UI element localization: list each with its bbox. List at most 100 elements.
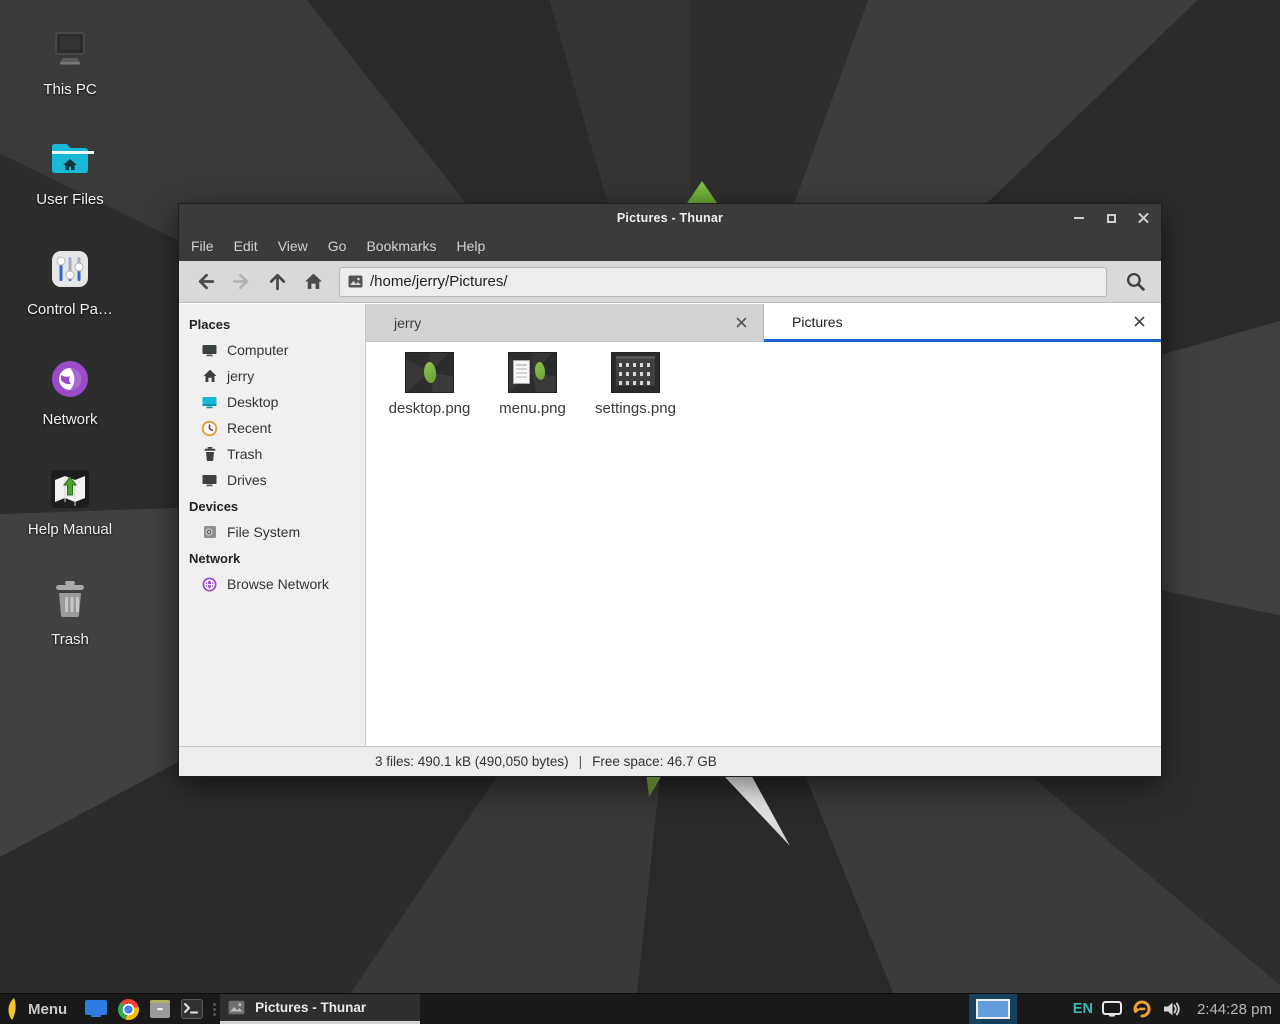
file-view[interactable]: desktop.png menu.png settings.png (366, 342, 1161, 746)
file-pane: jerry Pictures desktop.png (366, 304, 1161, 746)
menu-file[interactable]: File (181, 232, 224, 261)
status-separator: | (579, 754, 583, 769)
window-title: Pictures - Thunar (617, 211, 723, 225)
sidebar-item-jerry-home[interactable]: jerry (179, 363, 365, 389)
help-manual-icon (46, 465, 94, 513)
show-desktop-button[interactable] (84, 997, 108, 1021)
tab-pictures[interactable]: Pictures (764, 304, 1161, 342)
taskbar-window-button[interactable]: Pictures - Thunar (220, 994, 420, 1024)
tab-bar: jerry Pictures (366, 304, 1161, 342)
thunar-window: Pictures - Thunar File Edit View Go Book… (178, 203, 1162, 777)
sidebar-section-devices: Devices (179, 493, 365, 519)
chrome-launcher[interactable] (116, 997, 140, 1021)
volume-tray-icon[interactable] (1162, 1000, 1181, 1018)
workspace-window-preview (976, 999, 1010, 1019)
address-text: /home/jerry/Pictures/ (370, 273, 508, 290)
tab-close-button[interactable] (1129, 312, 1149, 332)
desktop-icon-label: Help Manual (22, 521, 118, 538)
close-button[interactable] (1133, 208, 1153, 228)
titlebar[interactable]: Pictures - Thunar (179, 204, 1161, 232)
back-arrow-icon (195, 271, 216, 292)
address-bar[interactable]: /home/jerry/Pictures/ (339, 267, 1107, 297)
tab-close-button[interactable] (731, 313, 751, 333)
desktop-icon-network[interactable]: Network (22, 355, 118, 428)
home-icon (303, 271, 324, 292)
sidebar-item-trash[interactable]: Trash (179, 441, 365, 467)
sidebar-item-desktop[interactable]: Desktop (179, 389, 365, 415)
close-icon (736, 317, 747, 328)
maximize-icon (1107, 214, 1116, 223)
home-button[interactable] (295, 266, 331, 298)
menu-go[interactable]: Go (318, 232, 357, 261)
terminal-icon (181, 999, 203, 1019)
search-icon (1125, 271, 1146, 292)
menu-label: Menu (28, 1001, 67, 1018)
menu-view[interactable]: View (268, 232, 318, 261)
file-manager-launcher[interactable] (148, 997, 172, 1021)
minimize-icon (1074, 217, 1084, 219)
forward-button[interactable] (223, 266, 259, 298)
close-icon (1138, 213, 1149, 224)
update-manager-tray-icon[interactable] (1131, 998, 1153, 1020)
control-panel-icon (46, 245, 94, 293)
image-file-icon (228, 1000, 245, 1015)
clock[interactable]: 2:44:28 pm (1197, 1001, 1272, 1018)
file-desktop-png[interactable]: desktop.png (378, 352, 481, 417)
trash-icon (201, 446, 218, 463)
workspace-switcher[interactable] (969, 994, 1017, 1024)
image-file-icon (348, 275, 363, 288)
terminal-launcher[interactable] (180, 997, 204, 1021)
desktop-icon-help-manual[interactable]: Help Manual (22, 465, 118, 538)
sidebar-item-computer[interactable]: Computer (179, 337, 365, 363)
desktop-icon-trash[interactable]: Trash (22, 575, 118, 648)
image-thumbnail (508, 352, 557, 393)
network-globe-icon (201, 576, 218, 593)
sidebar-item-drives[interactable]: Drives (179, 467, 365, 493)
sidebar: Places Computer jerry Desktop (179, 304, 366, 746)
menu-bookmarks[interactable]: Bookmarks (356, 232, 446, 261)
back-button[interactable] (187, 266, 223, 298)
recent-clock-icon (201, 420, 218, 437)
sidebar-section-places: Places (179, 311, 365, 337)
file-cabinet-icon (149, 999, 171, 1019)
close-icon (1134, 316, 1145, 327)
task-button-label: Pictures - Thunar (255, 1000, 366, 1015)
search-button[interactable] (1117, 266, 1153, 298)
desktop-icon-this-pc[interactable]: This PC (22, 25, 118, 98)
sidebar-item-file-system[interactable]: File System (179, 519, 365, 545)
menu-help[interactable]: Help (447, 232, 496, 261)
status-bar: 3 files: 490.1 kB (490,050 bytes) | Free… (179, 746, 1161, 776)
sidebar-item-browse-network[interactable]: Browse Network (179, 571, 365, 597)
computer-icon (201, 342, 218, 359)
drives-icon (201, 472, 218, 489)
desktop-icon-label: Network (22, 411, 118, 428)
desktop-window-icon (85, 1000, 107, 1018)
desktop-icon (201, 394, 218, 411)
home-icon (201, 368, 218, 385)
desktop-icon-label: User Files (22, 191, 118, 208)
filesystem-drive-icon (201, 524, 218, 541)
minimize-button[interactable] (1069, 208, 1089, 228)
file-settings-png[interactable]: settings.png (584, 352, 687, 417)
app-menu-button[interactable]: Menu (0, 994, 80, 1024)
maximize-button[interactable] (1101, 208, 1121, 228)
forward-arrow-icon (231, 271, 252, 292)
sidebar-item-recent[interactable]: Recent (179, 415, 365, 441)
image-thumbnail (611, 352, 660, 393)
desktop-icon-control-panel[interactable]: Control Pa… (22, 245, 118, 318)
file-menu-png[interactable]: menu.png (481, 352, 584, 417)
up-arrow-icon (267, 271, 288, 292)
keyboard-layout-indicator[interactable]: EN (1073, 1001, 1093, 1017)
up-button[interactable] (259, 266, 295, 298)
menubar: File Edit View Go Bookmarks Help (179, 232, 1161, 261)
display-settings-tray-icon[interactable] (1102, 1001, 1122, 1017)
desktop-icon-user-files[interactable]: User Files (22, 135, 118, 208)
menu-edit[interactable]: Edit (224, 232, 268, 261)
desktop-icon-label: Control Pa… (22, 301, 118, 318)
image-thumbnail (405, 352, 454, 393)
trash-icon (46, 575, 94, 623)
tasklist-handle[interactable] (210, 994, 218, 1024)
tab-jerry[interactable]: jerry (366, 304, 764, 342)
status-free-space: Free space: 46.7 GB (592, 754, 717, 769)
desktop-icon-label: Trash (22, 631, 118, 648)
